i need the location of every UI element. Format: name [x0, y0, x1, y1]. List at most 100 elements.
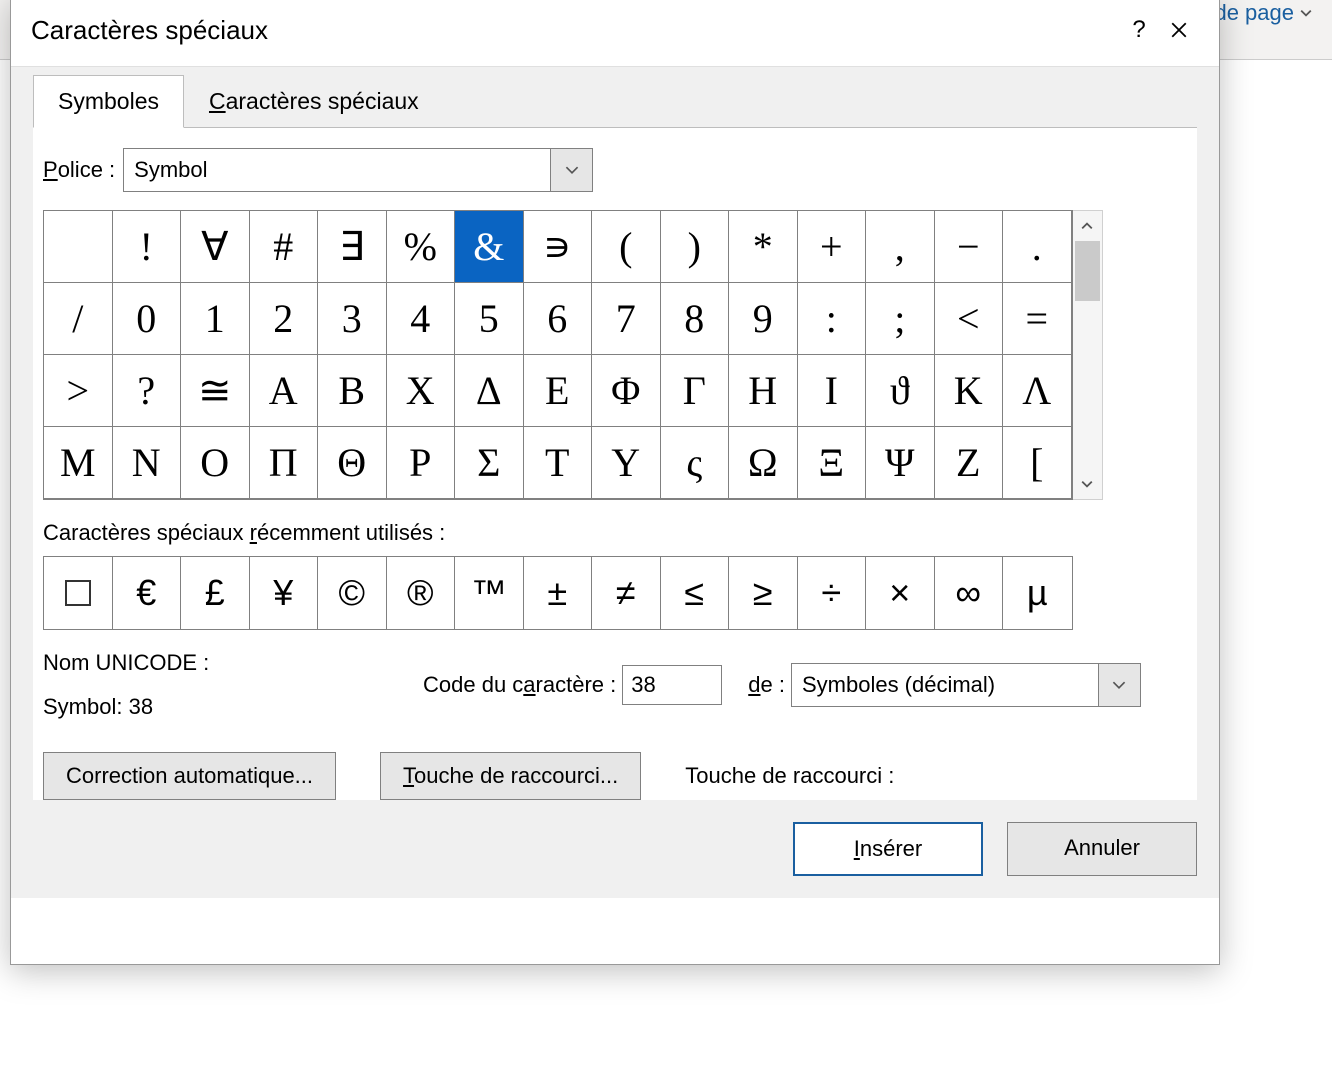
grid-cell[interactable]: Α: [250, 355, 319, 427]
recent-cell[interactable]: ∞: [935, 557, 1004, 629]
grid-cell[interactable]: ϑ: [866, 355, 935, 427]
recent-cell[interactable]: [44, 557, 113, 629]
grid-cell[interactable]: Ζ: [935, 427, 1004, 499]
grid-cell[interactable]: Λ: [1003, 355, 1072, 427]
grid-cell[interactable]: Θ: [318, 427, 387, 499]
recent-cell[interactable]: ™: [455, 557, 524, 629]
grid-cell[interactable]: :: [798, 283, 867, 355]
autocorrect-button[interactable]: Correction automatique...: [43, 752, 336, 800]
grid-cell[interactable]: ,: [866, 211, 935, 283]
close-icon: [1170, 21, 1188, 39]
grid-cell[interactable]: 7: [592, 283, 661, 355]
grid-cell[interactable]: ∍: [524, 211, 593, 283]
recent-cell[interactable]: ©: [318, 557, 387, 629]
font-select-value: Symbol: [124, 157, 550, 183]
grid-cell[interactable]: Β: [318, 355, 387, 427]
grid-cell[interactable]: Ν: [113, 427, 182, 499]
recent-cell[interactable]: ≤: [661, 557, 730, 629]
grid-cell[interactable]: Φ: [592, 355, 661, 427]
grid-cell[interactable]: 0: [113, 283, 182, 355]
scroll-up-button[interactable]: [1073, 211, 1102, 241]
recent-cell[interactable]: ®: [387, 557, 456, 629]
grid-cell[interactable]: ;: [866, 283, 935, 355]
insert-button[interactable]: Insérer: [793, 822, 983, 876]
grid-cell[interactable]: Σ: [455, 427, 524, 499]
recent-cell[interactable]: ¥: [250, 557, 319, 629]
grid-cell[interactable]: <: [935, 283, 1004, 355]
font-select-dropdown-button[interactable]: [550, 149, 592, 191]
grid-cell[interactable]: ): [661, 211, 730, 283]
grid-cell[interactable]: =: [1003, 283, 1072, 355]
grid-cell[interactable]: 4: [387, 283, 456, 355]
close-button[interactable]: [1159, 10, 1199, 50]
grid-cell[interactable]: ς: [661, 427, 730, 499]
grid-scrollbar[interactable]: [1073, 210, 1103, 500]
grid-cell[interactable]: Π: [250, 427, 319, 499]
grid-cell[interactable]: +: [798, 211, 867, 283]
scroll-thumb[interactable]: [1075, 241, 1100, 301]
recent-cell[interactable]: µ: [1003, 557, 1072, 629]
grid-cell[interactable]: 5: [455, 283, 524, 355]
recent-cell[interactable]: £: [181, 557, 250, 629]
grid-cell[interactable]: (: [592, 211, 661, 283]
recent-cell[interactable]: ≥: [729, 557, 798, 629]
grid-cell[interactable]: *: [729, 211, 798, 283]
recent-cell[interactable]: ≠: [592, 557, 661, 629]
grid-cell[interactable]: Ρ: [387, 427, 456, 499]
grid-cell[interactable]: .: [1003, 211, 1072, 283]
recent-cell[interactable]: €: [113, 557, 182, 629]
recent-cell[interactable]: ÷: [798, 557, 867, 629]
from-select[interactable]: Symboles (décimal): [791, 663, 1141, 707]
grid-cell[interactable]: 8: [661, 283, 730, 355]
help-button[interactable]: ?: [1119, 10, 1159, 50]
grid-cell[interactable]: >: [44, 355, 113, 427]
font-select[interactable]: Symbol: [123, 148, 593, 192]
grid-cell[interactable]: Χ: [387, 355, 456, 427]
grid-cell[interactable]: !: [113, 211, 182, 283]
grid-cell[interactable]: Υ: [592, 427, 661, 499]
chevron-down-icon: [565, 163, 579, 177]
from-select-dropdown-button[interactable]: [1098, 664, 1140, 706]
recent-cell[interactable]: ±: [524, 557, 593, 629]
grid-cell[interactable]: ?: [113, 355, 182, 427]
grid-cell[interactable]: 1: [181, 283, 250, 355]
grid-cell[interactable]: Τ: [524, 427, 593, 499]
special-characters-dialog: Caractères spéciaux ? Symboles Caractère…: [10, 0, 1220, 965]
grid-cell[interactable]: Ω: [729, 427, 798, 499]
grid-cell[interactable]: [44, 211, 113, 283]
from-label: de :: [748, 672, 785, 698]
grid-cell[interactable]: Μ: [44, 427, 113, 499]
grid-cell[interactable]: 3: [318, 283, 387, 355]
grid-cell[interactable]: Κ: [935, 355, 1004, 427]
grid-cell[interactable]: ≅: [181, 355, 250, 427]
tab-special-chars[interactable]: Caractères spéciaux: [184, 75, 444, 127]
scroll-track[interactable]: [1073, 241, 1102, 469]
grid-cell[interactable]: Ο: [181, 427, 250, 499]
shortcut-key-button[interactable]: Touche de raccourci...: [380, 752, 641, 800]
grid-cell[interactable]: 9: [729, 283, 798, 355]
scroll-down-button[interactable]: [1073, 469, 1102, 499]
grid-cell[interactable]: Ψ: [866, 427, 935, 499]
recent-cell[interactable]: ×: [866, 557, 935, 629]
grid-cell[interactable]: Γ: [661, 355, 730, 427]
grid-cell[interactable]: 6: [524, 283, 593, 355]
grid-cell[interactable]: Ξ: [798, 427, 867, 499]
grid-cell[interactable]: Η: [729, 355, 798, 427]
char-code-label: Code du caractère :: [423, 672, 616, 698]
grid-cell[interactable]: %: [387, 211, 456, 283]
cancel-button[interactable]: Annuler: [1007, 822, 1197, 876]
grid-cell[interactable]: Ε: [524, 355, 593, 427]
grid-cell[interactable]: [: [1003, 427, 1072, 499]
grid-cell[interactable]: /: [44, 283, 113, 355]
grid-cell[interactable]: ∃: [318, 211, 387, 283]
grid-cell[interactable]: 2: [250, 283, 319, 355]
grid-cell[interactable]: −: [935, 211, 1004, 283]
grid-cell[interactable]: Ι: [798, 355, 867, 427]
char-code-input[interactable]: [622, 665, 722, 705]
grid-cell[interactable]: #: [250, 211, 319, 283]
grid-cell[interactable]: Δ: [455, 355, 524, 427]
grid-cell[interactable]: &: [455, 211, 524, 283]
grid-cell[interactable]: ∀: [181, 211, 250, 283]
chevron-down-icon: [1112, 678, 1126, 692]
tab-symbols[interactable]: Symboles: [33, 75, 184, 128]
